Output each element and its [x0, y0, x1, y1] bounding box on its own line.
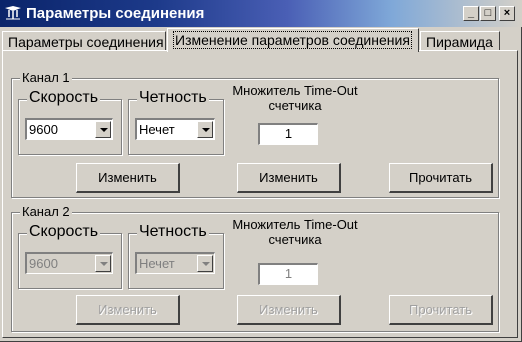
channel1-parity-label: Четность — [137, 89, 209, 107]
maximize-button[interactable]: □ — [480, 6, 496, 21]
close-button[interactable]: × — [499, 6, 515, 21]
channel2-parity-label: Четность — [137, 223, 209, 241]
tab-change-connection-params[interactable]: Изменение параметров соединения — [167, 28, 419, 52]
title-bar[interactable]: Параметры соединения _ □ × — [0, 0, 522, 27]
window-title: Параметры соединения — [26, 5, 205, 22]
channel2-multiplier-label-line1: Множитель Time-Out — [232, 217, 358, 232]
channel1-multiplier-label-line2: счетчика — [268, 98, 322, 113]
channel2-change-speed-button[interactable]: Изменить — [76, 295, 180, 325]
tab-label: Параметры соединения — [8, 34, 164, 50]
chevron-down-icon[interactable] — [95, 121, 111, 138]
tab-strip: Параметры соединения Изменение параметро… — [0, 27, 522, 52]
channel1-change-multiplier-button[interactable]: Изменить — [237, 163, 341, 193]
tab-panel: Канал 1 Скорость 9600 Четность Нечет Мно… — [2, 50, 518, 338]
channel2-group: Канал 2 Скорость 9600 Четность Нечет Мно… — [11, 205, 499, 332]
channel2-title: Канал 2 — [20, 204, 72, 219]
tab-label: Пирамида — [426, 34, 493, 50]
channel1-speed-select[interactable]: 9600 — [25, 118, 113, 140]
channel1-title: Канал 1 — [20, 70, 72, 85]
channel2-parity-group: Четность Нечет — [128, 223, 224, 289]
channel1-multiplier-input[interactable]: 1 — [258, 123, 318, 145]
channel2-read-button[interactable]: Прочитать — [389, 295, 493, 325]
channel1-speed-value: 9600 — [29, 122, 58, 137]
channel2-speed-group: Скорость 9600 — [18, 223, 122, 289]
tab-connection-params[interactable]: Параметры соединения — [2, 31, 166, 51]
tab-pyramid[interactable]: Пирамида — [420, 31, 500, 51]
chevron-down-icon[interactable] — [197, 255, 213, 272]
tab-label: Изменение параметров соединения — [173, 31, 412, 49]
channel1-parity-group: Четность Нечет — [128, 89, 224, 155]
channel2-parity-value: Нечет — [139, 256, 175, 271]
channel1-read-button[interactable]: Прочитать — [389, 163, 493, 193]
chevron-down-icon[interactable] — [197, 121, 213, 138]
app-window: Параметры соединения _ □ × Параметры сое… — [0, 0, 522, 342]
minimize-button[interactable]: _ — [463, 6, 479, 21]
channel1-multiplier-label-line1: Множитель Time-Out — [232, 83, 358, 98]
channel2-speed-label: Скорость — [27, 223, 101, 241]
channel1-parity-value: Нечет — [139, 122, 175, 137]
channel1-speed-label: Скорость — [27, 89, 101, 107]
channel2-multiplier-label-line2: счетчика — [268, 232, 322, 247]
channel2-multiplier-input[interactable]: 1 — [258, 263, 318, 285]
chevron-down-icon[interactable] — [95, 255, 111, 272]
channel1-change-speed-button[interactable]: Изменить — [76, 163, 180, 193]
app-icon — [5, 6, 21, 20]
channel1-group: Канал 1 Скорость 9600 Четность Нечет Мно… — [11, 71, 499, 198]
channel2-change-multiplier-button[interactable]: Изменить — [237, 295, 341, 325]
channel1-parity-select[interactable]: Нечет — [135, 118, 215, 140]
channel2-speed-select[interactable]: 9600 — [25, 252, 113, 274]
channel1-speed-group: Скорость 9600 — [18, 89, 122, 155]
channel2-speed-value: 9600 — [29, 256, 58, 271]
channel2-parity-select[interactable]: Нечет — [135, 252, 215, 274]
